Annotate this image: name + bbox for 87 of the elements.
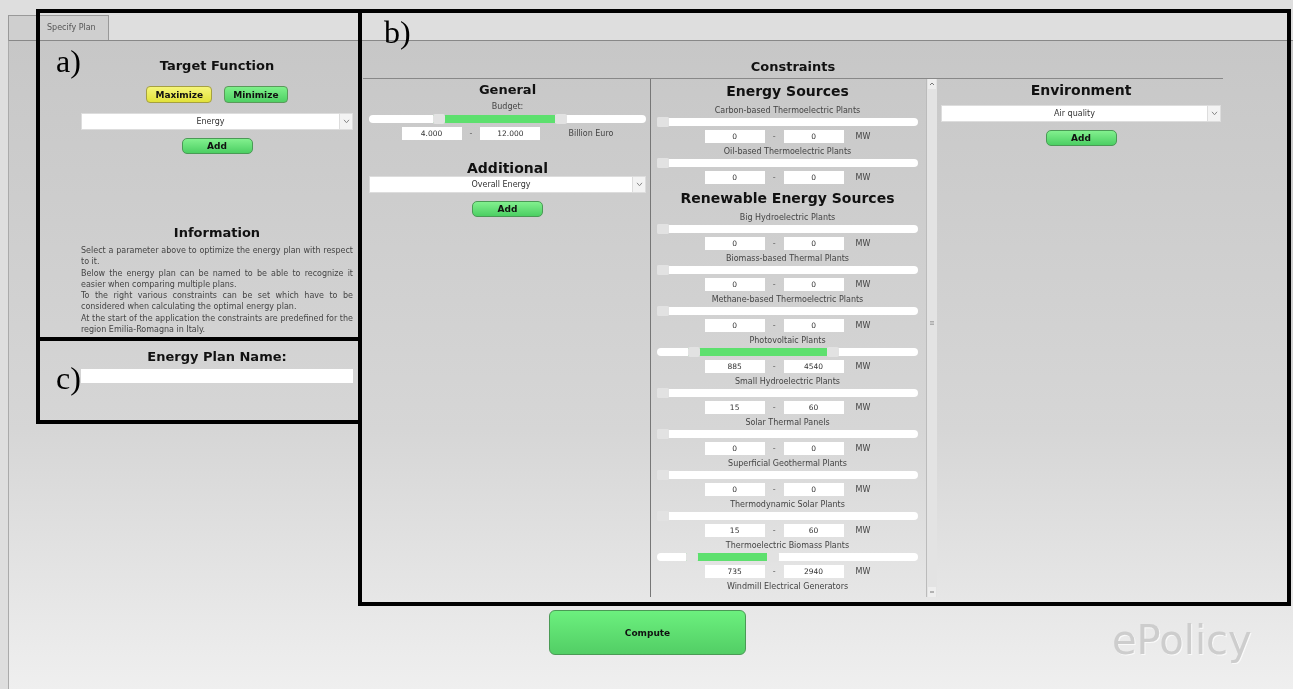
annotation-label: b) [384, 14, 411, 50]
column-title: General [478, 82, 537, 97]
range-separator: - [469, 128, 473, 138]
unit-label: MW [855, 361, 871, 371]
caret-icon[interactable] [342, 119, 350, 124]
slider-track[interactable] [657, 389, 918, 397]
column-title: Environment [1030, 82, 1132, 98]
tab[interactable]: Specify Plan [8, 15, 109, 40]
scroll-down-icon[interactable] [928, 587, 936, 597]
section-title: Information [173, 225, 261, 240]
slider-thumb[interactable] [688, 347, 701, 357]
unit-label: MW [855, 238, 871, 248]
column-title: Renewable Energy Sources [679, 189, 896, 208]
range-separator: - [772, 402, 776, 412]
unit-label: MW [855, 320, 871, 330]
info-paragraph: To the right various constraints can be set which have to be considered when calculating the optimal energy plan. [81, 290, 353, 313]
unit-label: Billion Euro [568, 128, 614, 138]
dropdown[interactable]: Air quality [941, 105, 1221, 122]
slider-label: Big Hydroelectric Plants [739, 212, 836, 224]
info-paragraph: Select a parameter above to optimize the energy plan with respect to it. [81, 245, 353, 268]
slider-track[interactable] [657, 225, 918, 233]
slider-track[interactable] [657, 348, 918, 356]
column-title: Energy Sources [725, 82, 850, 101]
field-label: Energy Plan Name: [147, 349, 287, 365]
unit-label: MW [855, 566, 871, 576]
section-title: Target Function [159, 58, 275, 73]
unit-label: MW [855, 484, 871, 494]
slider-label: Budget: [491, 101, 524, 113]
slider-label: Solar Thermal Panels [745, 417, 830, 429]
slider-label: Windmill Electrical Generators [726, 581, 849, 593]
range-separator: - [772, 484, 776, 494]
scroll-up-icon[interactable] [928, 79, 936, 89]
slider-label: Thermoelectric Biomass Plants [725, 540, 850, 552]
dropdown[interactable]: Energy [81, 113, 353, 130]
section-title: Constraints [749, 59, 837, 74]
slider-thumb[interactable] [432, 114, 445, 124]
mode-button[interactable]: Maximize [146, 86, 213, 103]
slider-track[interactable] [657, 159, 918, 167]
slider-track[interactable] [657, 430, 918, 438]
grip-icon[interactable] [928, 319, 936, 327]
slider-label: Methane-based Thermoelectric Plants [711, 294, 864, 306]
range-separator: - [772, 320, 776, 330]
slider-track[interactable] [657, 553, 918, 561]
slider-label: Superficial Geothermal Plants [728, 458, 847, 470]
range-separator: - [772, 525, 776, 535]
caret-icon[interactable] [635, 182, 643, 187]
range-separator: - [772, 238, 776, 248]
info-paragraph: At the start of the application the constraints are predefined for the region Emilia-Romagna in Italy. [81, 312, 353, 336]
add-button[interactable]: Add [181, 138, 253, 154]
unit-label: MW [855, 131, 871, 141]
slider-label: Thermodynamic Solar Plants [730, 499, 845, 511]
slider-label: Photovoltaic Plants [749, 335, 826, 347]
slider-label: Carbon-based Thermoelectric Plants [714, 105, 861, 117]
unit-label: MW [855, 443, 871, 453]
unit-label: MW [855, 172, 871, 182]
unit-label: MW [855, 525, 871, 535]
range-separator: - [772, 279, 776, 289]
compute-button[interactable]: Compute [549, 610, 746, 655]
slider-label: Oil-based Thermoelectric Plants [723, 146, 852, 158]
add-button[interactable]: Add [472, 201, 543, 217]
range-separator: - [772, 361, 776, 371]
slider-thumb[interactable] [554, 114, 567, 124]
slider-track[interactable] [657, 307, 918, 315]
range-separator: - [772, 566, 776, 576]
slider-label: Small Hydroelectric Plants [735, 376, 840, 388]
slider-track[interactable] [657, 512, 918, 520]
mode-button[interactable]: Minimize [224, 86, 288, 103]
info-paragraph: Below the energy plan can be named to be able to recognize it easier when comparing multiple plans. [81, 267, 353, 291]
scrollbar[interactable] [926, 79, 937, 597]
range-separator: - [772, 443, 776, 453]
slider-track[interactable] [657, 266, 918, 274]
unit-label: MW [855, 279, 871, 289]
annotation-label: c) [56, 360, 81, 396]
add-button[interactable]: Add [1045, 130, 1117, 146]
caret-icon[interactable] [1210, 111, 1218, 116]
slider-track[interactable] [369, 115, 646, 123]
dropdown[interactable]: Overall Energy [369, 176, 646, 193]
range-separator: - [772, 172, 776, 182]
range-separator: - [772, 131, 776, 141]
unit-label: MW [855, 402, 871, 412]
column-title: Additional [467, 160, 548, 176]
plan-name-field[interactable] [81, 369, 353, 384]
slider-track[interactable] [657, 118, 918, 126]
slider-label: Biomass-based Thermal Plants [726, 253, 849, 265]
slider-thumb[interactable] [826, 347, 839, 357]
annotation-label: a) [56, 43, 81, 79]
slider-track[interactable] [657, 471, 918, 479]
